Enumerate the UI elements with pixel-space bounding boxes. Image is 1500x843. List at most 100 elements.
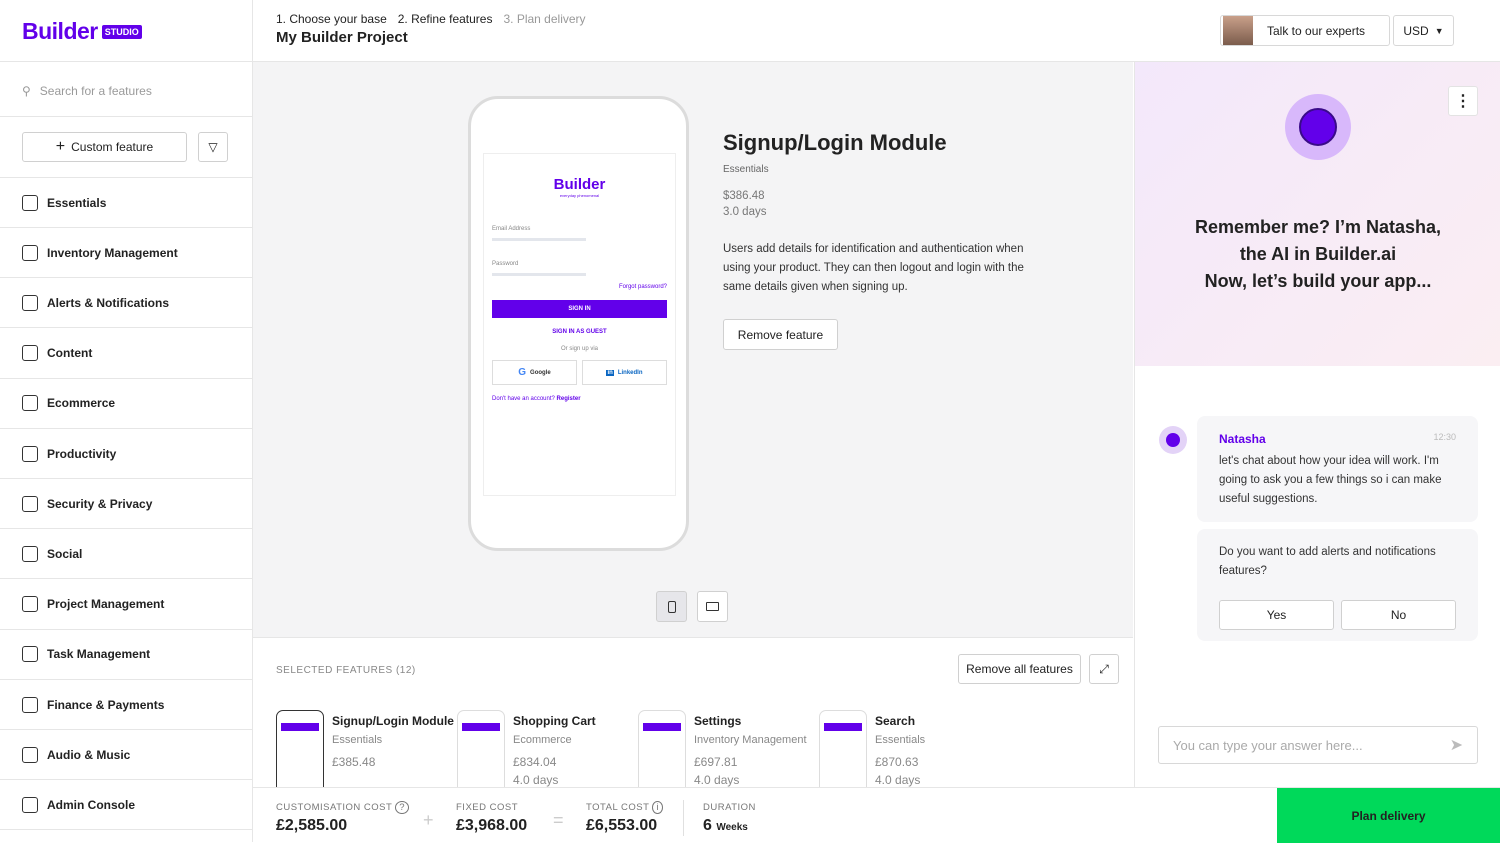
selected-feature-card[interactable]: Shopping Cart Ecommerce £834.04 4.0 days	[457, 710, 637, 787]
custom-feature-button[interactable]: + Custom feature	[22, 132, 187, 162]
search-input[interactable]: ⚲ Search for a features	[22, 84, 152, 98]
total-cost: TOTAL COST i £6,553.00	[586, 801, 664, 835]
message-time: 12:30	[1433, 432, 1456, 442]
step-1[interactable]: 1. Choose your base	[276, 12, 387, 26]
plus-icon: +	[55, 138, 66, 155]
sidebar-item-essentials[interactable]: Essentials	[0, 178, 252, 228]
step-3[interactable]: 3. Plan delivery	[503, 12, 585, 26]
category-icon	[22, 194, 38, 211]
category-icon	[22, 445, 38, 462]
expand-button[interactable]: ⤢	[1089, 654, 1119, 684]
feature-description: Users add details for identification and…	[723, 243, 1024, 293]
category-icon	[22, 545, 38, 562]
expand-icon: ⤢	[1099, 661, 1109, 676]
info-icon[interactable]: i	[652, 801, 664, 814]
sidebar-item-alerts-notifications[interactable]: Alerts & Notifications	[0, 278, 252, 329]
step-2[interactable]: 2. Refine features	[398, 12, 493, 26]
password-label: Password	[492, 261, 519, 267]
selected-feature-card[interactable]: Search Essentials £870.63 4.0 days	[819, 710, 999, 787]
monitor-icon	[706, 602, 719, 611]
sidebar-item-productivity[interactable]: Productivity	[0, 429, 252, 479]
caret-down-icon: ▼	[1434, 25, 1444, 36]
natasha-chat-panel: ⋮ Remember me? I’m Natasha, the AI in Bui…	[1134, 62, 1500, 787]
equals-icon: =	[553, 810, 564, 830]
chat-message: Natasha 12:30 let's chat about how your i…	[1197, 416, 1478, 522]
sidebar-item-project-management[interactable]: Project Management	[0, 580, 252, 630]
feature-name: Search	[875, 714, 916, 728]
selected-features: SELECTED FEATURES (12) Remove all featur…	[253, 637, 1133, 787]
preview-tagline: everyday phenomenal	[559, 193, 600, 198]
forgot-password-link: Forgot password?	[618, 284, 667, 290]
sidebar-item-task-management[interactable]: Task Management	[0, 630, 252, 680]
preview-logo: Builder	[553, 176, 606, 193]
selected-feature-card[interactable]: Signup/Login Module Essentials £385.48	[276, 710, 456, 787]
selected-feature-card[interactable]: Settings Inventory Management £697.81 4.0 d…	[638, 710, 818, 787]
chat-question: Do you want to add alerts and notificati…	[1197, 529, 1478, 641]
chat-input[interactable]: You can type your answer here... ➤	[1158, 726, 1478, 764]
feature-category: Essentials	[875, 734, 926, 746]
project-title: My Builder Project	[276, 29, 408, 46]
linkedin-icon: in	[606, 369, 614, 376]
category-icon	[22, 646, 38, 663]
category-icon	[22, 294, 38, 311]
yes-button[interactable]: Yes	[1219, 600, 1334, 630]
desktop-view-button[interactable]	[697, 591, 728, 622]
sender-name: Natasha	[1219, 432, 1266, 446]
currency-select[interactable]: USD ▼	[1393, 15, 1454, 46]
progress-steps: 1. Choose your base 2. Refine features 3…	[276, 12, 586, 26]
sidebar-item-finance-payments[interactable]: Finance & Payments	[0, 680, 252, 730]
email-label: Email Address	[492, 226, 531, 232]
mobile-view-button[interactable]	[656, 591, 687, 622]
no-button[interactable]: No	[1341, 600, 1456, 630]
header: 1. Choose your base 2. Refine features 3…	[253, 0, 1500, 62]
selected-features-label: SELECTED FEATURES (12)	[276, 665, 416, 676]
sidebar: Builder STUDIO ⚲ Search for a features + Cu…	[0, 0, 253, 842]
login-screen-preview: Builder everyday phenomenal Email Address…	[483, 153, 676, 496]
category-icon	[22, 495, 38, 512]
help-icon[interactable]: ?	[395, 801, 410, 814]
no-account-text: Don't have an account?	[492, 396, 555, 402]
remove-all-features-button[interactable]: Remove all features	[958, 654, 1081, 684]
feature-category: Ecommerce	[513, 734, 572, 746]
send-icon[interactable]: ➤	[1450, 735, 1463, 755]
feature-name: Signup/Login Module	[332, 714, 454, 728]
category-icon	[22, 596, 38, 613]
feature-price: £385.48	[332, 755, 376, 769]
category-icon	[22, 244, 38, 261]
feature-thumbnail	[819, 710, 867, 787]
sidebar-item-social[interactable]: Social	[0, 529, 252, 580]
more-options-button[interactable]: ⋮	[1448, 86, 1478, 116]
sidebar-item-admin-console[interactable]: Admin Console	[0, 780, 252, 831]
feature-duration: 4.0 days	[513, 773, 559, 787]
search-icon: ⚲	[22, 84, 31, 98]
category-icon	[22, 746, 38, 763]
divider	[683, 800, 684, 836]
category-icon	[22, 696, 38, 713]
logo[interactable]: Builder STUDIO	[22, 18, 142, 45]
sidebar-item-security-privacy[interactable]: Security & Privacy	[0, 479, 252, 530]
feature-name: Settings	[694, 714, 742, 728]
category-icon	[22, 796, 38, 813]
phone-preview: Builder everyday phenomenal Email Address…	[468, 96, 689, 551]
category-icon	[22, 345, 38, 362]
duration: DURATION 6 Weeks	[703, 802, 756, 834]
plan-delivery-button[interactable]: Plan delivery	[1277, 788, 1500, 843]
sidebar-item-audio-music[interactable]: Audio & Music	[0, 730, 252, 781]
divider	[0, 61, 252, 62]
feature-price: £834.04	[513, 755, 557, 769]
remove-feature-button[interactable]: Remove feature	[723, 319, 838, 350]
register-link: Register	[556, 396, 581, 402]
greeting: Remember me? I’m Natasha, the AI in Build…	[1194, 217, 1442, 291]
talk-to-experts-button[interactable]: Talk to our experts	[1220, 15, 1390, 46]
feature-thumbnail	[276, 710, 324, 787]
sidebar-item-ecommerce[interactable]: Ecommerce	[0, 379, 252, 429]
customisation-cost: CUSTOMISATION COST ? £2,585.00	[276, 801, 410, 835]
google-icon: G	[518, 367, 527, 378]
sidebar-item-inventory-management[interactable]: Inventory Management	[0, 228, 252, 279]
feature-category: Essentials	[332, 734, 383, 746]
natasha-orb-icon	[1285, 94, 1351, 160]
filter-button[interactable]: ▽	[198, 132, 228, 162]
fixed-cost: FIXED COST £3,968.00	[456, 802, 528, 834]
chat-hero: ⋮ Remember me? I’m Natasha, the AI in Bui…	[1135, 62, 1500, 366]
sidebar-item-content[interactable]: Content	[0, 329, 252, 379]
